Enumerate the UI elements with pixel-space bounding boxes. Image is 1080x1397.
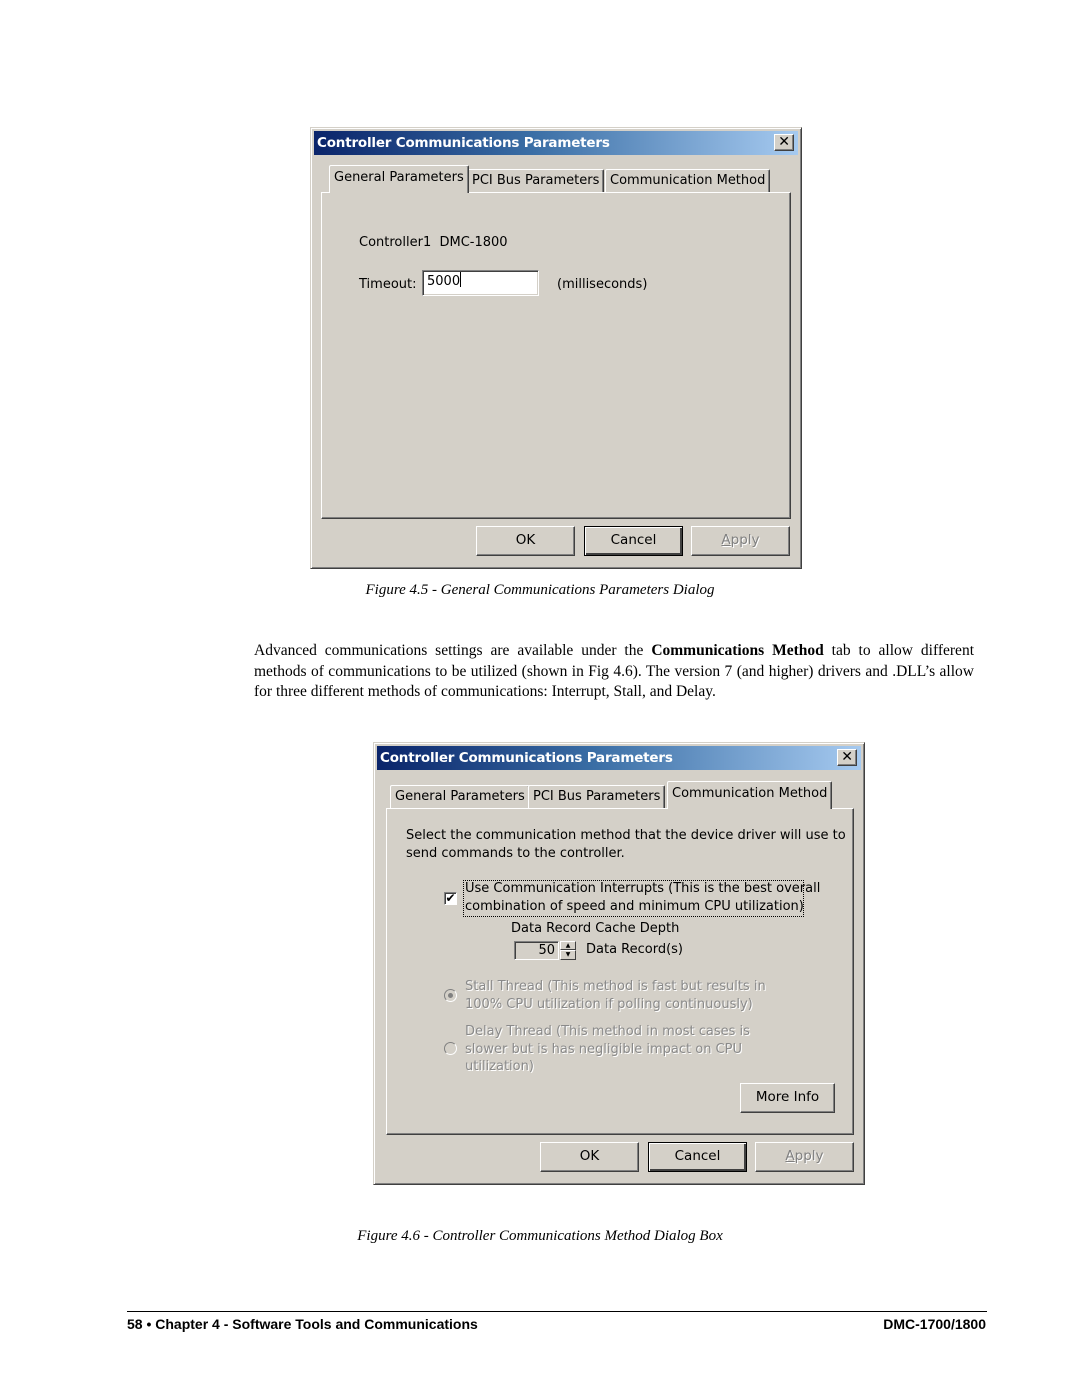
spin-up-icon[interactable]: ▲ [560,941,576,950]
apply-button[interactable]: Apply [755,1142,854,1172]
tab-pci-bus-parameters[interactable]: PCI Bus Parameters [528,785,666,809]
stall-thread-radio[interactable] [444,989,457,1002]
timeout-value: 5000 [427,274,461,289]
radio-selected-dot [448,993,453,998]
more-info-label: More Info [755,1089,820,1105]
dialog-title: Controller Communications Parameters [317,135,610,151]
stall-thread-label-line-2: 100% CPU utilization if polling continuo… [465,997,753,1012]
footer-chapter: 58 • Chapter 4 - Software Tools and Comm… [127,1316,478,1332]
tab-label: General Parameters [395,789,525,804]
cache-depth-input[interactable]: 50 [514,941,559,960]
para-text: Advanced communications settings are ava… [254,642,652,659]
apply-label: pply [794,1148,824,1164]
dialog-title-bar[interactable]: Controller Communications Parameters ✕ [314,131,798,155]
apply-mnemonic: A [721,532,731,548]
tab-label: PCI Bus Parameters [472,173,600,188]
cancel-button[interactable]: Cancel [648,1142,747,1172]
close-button[interactable]: ✕ [837,749,857,766]
apply-mnemonic: A [785,1148,795,1164]
apply-button[interactable]: Apply [691,526,790,556]
stall-thread-label-line-1: Stall Thread (This method is fast but re… [465,979,766,994]
dialog-title-bar[interactable]: Controller Communications Parameters ✕ [377,746,861,770]
dialog-title: Controller Communications Parameters [380,750,673,766]
tab-label: Communication Method [610,173,766,188]
figure-4-5-caption: Figure 4.5 - General Communications Para… [365,582,715,598]
more-info-button[interactable]: More Info [740,1083,835,1113]
figure-4-6-caption: Figure 4.6 - Controller Communications M… [357,1228,723,1244]
tab-general-parameters[interactable]: General Parameters [390,785,530,809]
tab-label: PCI Bus Parameters [533,789,661,804]
close-button[interactable]: ✕ [774,134,794,151]
cache-depth-spinner[interactable]: ▲ ▼ [560,941,576,960]
close-icon: ✕ [841,749,853,765]
text-caret [460,272,462,287]
spin-down-icon[interactable]: ▼ [560,950,576,960]
footer-divider [127,1311,987,1312]
para-bold-text: Communications Method [651,642,824,659]
body-paragraph: Advanced communications settings are ava… [254,641,974,703]
delay-thread-radio[interactable] [444,1042,457,1055]
use-interrupts-checkbox[interactable]: ✔ [444,892,457,905]
ok-label: OK [579,1148,600,1164]
tab-label: General Parameters [334,170,464,185]
cancel-label: Cancel [610,532,657,548]
tab-pci-bus-parameters[interactable]: PCI Bus Parameters [467,169,605,193]
apply-label: pply [730,532,760,548]
communication-method-dialog: Controller Communications Parameters ✕ G… [373,742,865,1185]
general-parameters-dialog: Controller Communications Parameters ✕ G… [310,127,802,569]
tab-general-parameters[interactable]: General Parameters [329,165,469,193]
use-interrupts-label-line-1[interactable]: Use Communication Interrupts (This is th… [465,881,820,896]
tab-communication-method[interactable]: Communication Method [605,169,771,193]
instructions-line-1: Select the communication method that the… [406,828,846,843]
timeout-input[interactable]: 5000 [422,270,539,296]
ok-button[interactable]: OK [476,526,575,556]
tab-communication-method[interactable]: Communication Method [667,781,833,809]
delay-thread-label-line-1: Delay Thread (This method in most cases … [465,1024,750,1039]
controller-label: Controller1 DMC-1800 [359,235,508,250]
ok-label: OK [515,532,536,548]
delay-thread-label-line-3: utilization) [465,1059,534,1074]
checkmark-icon: ✔ [445,891,456,905]
cache-depth-value: 50 [538,943,555,958]
timeout-label: Timeout: [359,277,417,292]
footer-model: DMC-1700/1800 [883,1316,986,1332]
instructions-line-2: send commands to the controller. [406,846,625,861]
close-icon: ✕ [778,134,790,150]
tab-label: Communication Method [672,786,828,801]
cancel-button[interactable]: Cancel [584,526,683,556]
ok-button[interactable]: OK [540,1142,639,1172]
cache-depth-units: Data Record(s) [586,942,684,957]
delay-thread-label-line-2: slower but is has negligible impact on C… [465,1042,742,1057]
cache-depth-label: Data Record Cache Depth [511,921,680,936]
timeout-units-label: (milliseconds) [557,277,648,292]
use-interrupts-label-line-2[interactable]: combination of speed and minimum CPU uti… [465,899,804,914]
cancel-label: Cancel [674,1148,721,1164]
